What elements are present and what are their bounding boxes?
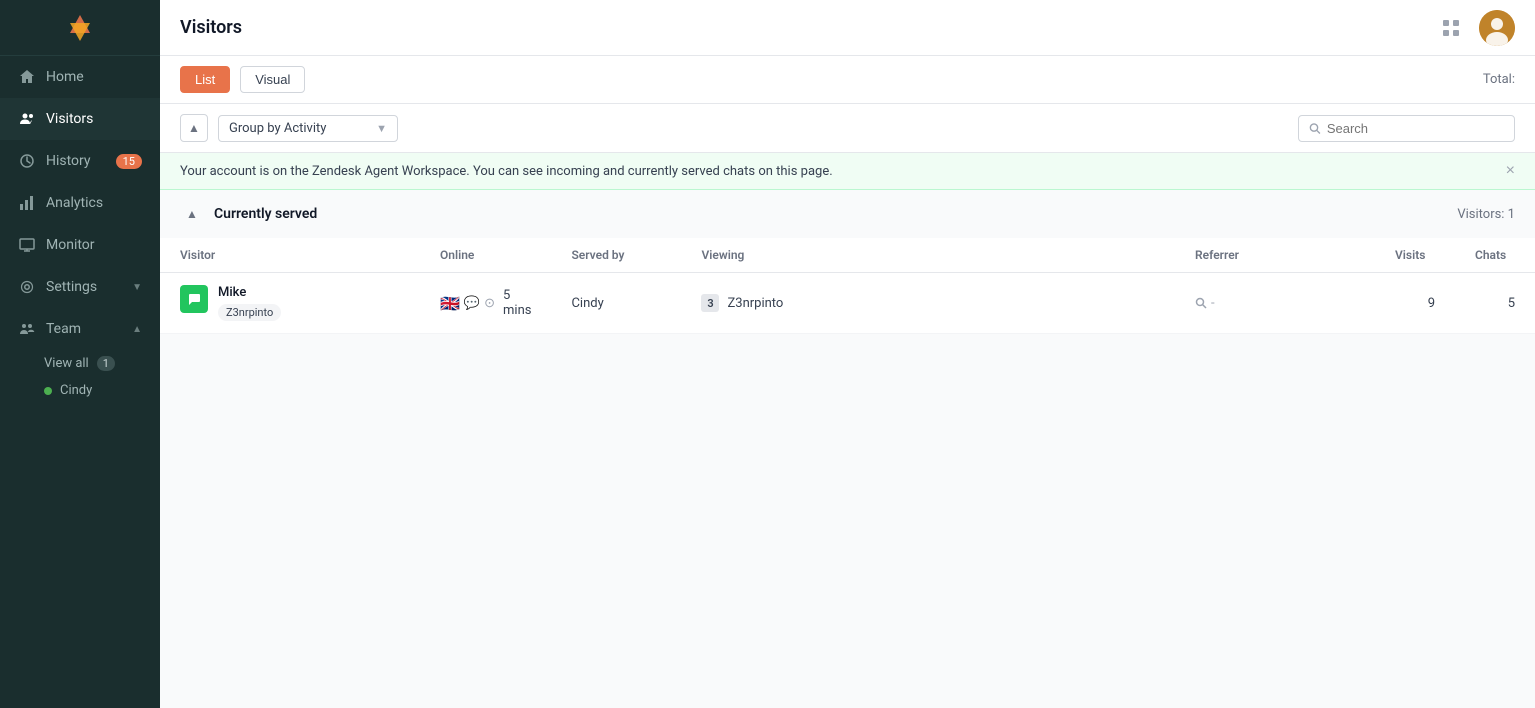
grid-view-button[interactable] (1435, 12, 1467, 44)
visual-tab-button[interactable]: Visual (240, 66, 305, 93)
team-view-all[interactable]: View all 1 (0, 350, 160, 377)
sidebar-item-monitor-label: Monitor (46, 237, 142, 253)
app-logo-icon (62, 15, 98, 41)
viewing-num: 3 (701, 294, 719, 312)
chat-status-icon (180, 285, 208, 313)
group-by-label: Group by Activity (229, 121, 326, 136)
section-visitors-count: Visitors: 1 (1457, 207, 1515, 222)
served-by-value: Cindy (571, 296, 603, 311)
visitor-tag: Z3nrpinto (218, 304, 281, 321)
section-header: ▲ Currently served Visitors: 1 (160, 190, 1535, 238)
total-label: Total: (1483, 72, 1515, 87)
visitors-icon (18, 110, 36, 128)
sidebar-item-home-label: Home (46, 69, 142, 85)
page-header: Visitors (160, 0, 1535, 56)
content-area: ▲ Currently served Visitors: 1 Visitor O… (160, 190, 1535, 708)
sidebar-item-visitors-label: Visitors (46, 111, 142, 127)
list-tab-button[interactable]: List (180, 66, 230, 93)
alert-message: Your account is on the Zendesk Agent Wor… (180, 164, 833, 179)
collapse-button[interactable]: ▲ (180, 114, 208, 142)
col-viewing: Viewing (681, 238, 1175, 273)
visitors-table: Visitor Online Served by Viewing Referre… (160, 238, 1535, 334)
sidebar-item-analytics[interactable]: Analytics (0, 182, 160, 224)
sidebar-item-settings-label: Settings (46, 279, 122, 295)
search-icon (1309, 122, 1321, 135)
served-by-cell: Cindy (551, 273, 681, 334)
referrer-value: - (1211, 296, 1215, 311)
team-arrow-icon: ▲ (132, 324, 142, 335)
referrer-value-cell: - (1195, 296, 1355, 311)
user-avatar[interactable] (1479, 10, 1515, 46)
sidebar-item-team-label: Team (46, 321, 122, 337)
flag-icon: 🇬🇧 (440, 294, 460, 313)
cindy-label: Cindy (60, 383, 92, 398)
avatar-image (1479, 10, 1515, 46)
col-chats: Chats (1455, 238, 1535, 273)
history-badge: 15 (116, 154, 142, 169)
search-box[interactable] (1298, 115, 1515, 142)
circle-icon: ⊙ (484, 296, 495, 311)
chat-bubble-icon: 💬 (464, 296, 480, 311)
monitor-icon (18, 236, 36, 254)
sidebar-item-history[interactable]: History 15 (0, 140, 160, 182)
col-visitor: Visitor (160, 238, 420, 273)
team-sub-section: View all 1 Cindy (0, 350, 160, 404)
online-time: 5 mins (503, 288, 531, 318)
visits-cell: 9 (1375, 273, 1455, 334)
col-served-by: Served by (551, 238, 681, 273)
alert-close-button[interactable]: × (1506, 163, 1515, 179)
sidebar-item-monitor[interactable]: Monitor (0, 224, 160, 266)
header-right (1435, 10, 1515, 46)
sidebar: Home Visitors History 15 Analytics (0, 0, 160, 708)
visits-value: 9 (1428, 296, 1435, 311)
main-content: Visitors List Visual Total: (160, 0, 1535, 708)
history-icon (18, 152, 36, 170)
analytics-icon (18, 194, 36, 212)
chats-value: 5 (1508, 296, 1515, 311)
section-title: Currently served (214, 206, 317, 222)
view-all-label: View all (44, 356, 89, 371)
alert-banner: Your account is on the Zendesk Agent Wor… (160, 153, 1535, 190)
table-row[interactable]: Mike Z3nrpinto 🇬🇧 💬 ⊙ 5 mins (160, 273, 1535, 334)
chevron-up-icon: ▲ (188, 121, 200, 135)
online-dot-icon (44, 387, 52, 395)
group-by-dropdown[interactable]: Group by Activity ▼ (218, 115, 398, 142)
chats-cell: 5 (1455, 273, 1535, 334)
view-toolbar: List Visual Total: (160, 56, 1535, 104)
team-icon (18, 320, 36, 338)
sidebar-item-home[interactable]: Home (0, 56, 160, 98)
col-referrer: Referrer (1175, 238, 1375, 273)
filter-bar: ▲ Group by Activity ▼ (160, 104, 1535, 153)
sidebar-logo (0, 0, 160, 56)
col-visits: Visits (1375, 238, 1455, 273)
page-title: Visitors (180, 17, 242, 38)
grid-icon (1442, 19, 1460, 37)
viewing-cell: 3 Z3nrpinto (681, 273, 1175, 334)
viewing-page: Z3nrpinto (727, 296, 783, 311)
sidebar-item-settings[interactable]: Settings ▼ (0, 266, 160, 308)
sidebar-item-visitors[interactable]: Visitors (0, 98, 160, 140)
section-collapse-button[interactable]: ▲ (180, 202, 204, 226)
sidebar-item-analytics-label: Analytics (46, 195, 142, 211)
col-online: Online (420, 238, 551, 273)
visitor-cell: Mike Z3nrpinto (160, 273, 420, 334)
status-icons: 🇬🇧 💬 ⊙ 5 mins (440, 288, 531, 318)
referrer-cell: - (1175, 273, 1375, 334)
sidebar-item-history-label: History (46, 153, 106, 169)
settings-icon (18, 278, 36, 296)
online-cell: 🇬🇧 💬 ⊙ 5 mins (420, 273, 551, 334)
dropdown-chevron-icon: ▼ (376, 122, 387, 135)
visitor-info: Mike Z3nrpinto (218, 285, 281, 321)
sidebar-item-team[interactable]: Team ▲ (0, 308, 160, 350)
home-icon (18, 68, 36, 86)
search-input[interactable] (1327, 121, 1504, 136)
team-cindy[interactable]: Cindy (0, 377, 160, 404)
visitor-name: Mike (218, 285, 281, 300)
view-all-badge: 1 (97, 356, 115, 371)
settings-arrow-icon: ▼ (132, 282, 142, 293)
referrer-search-icon (1195, 297, 1207, 309)
sidebar-nav: Home Visitors History 15 Analytics (0, 56, 160, 404)
